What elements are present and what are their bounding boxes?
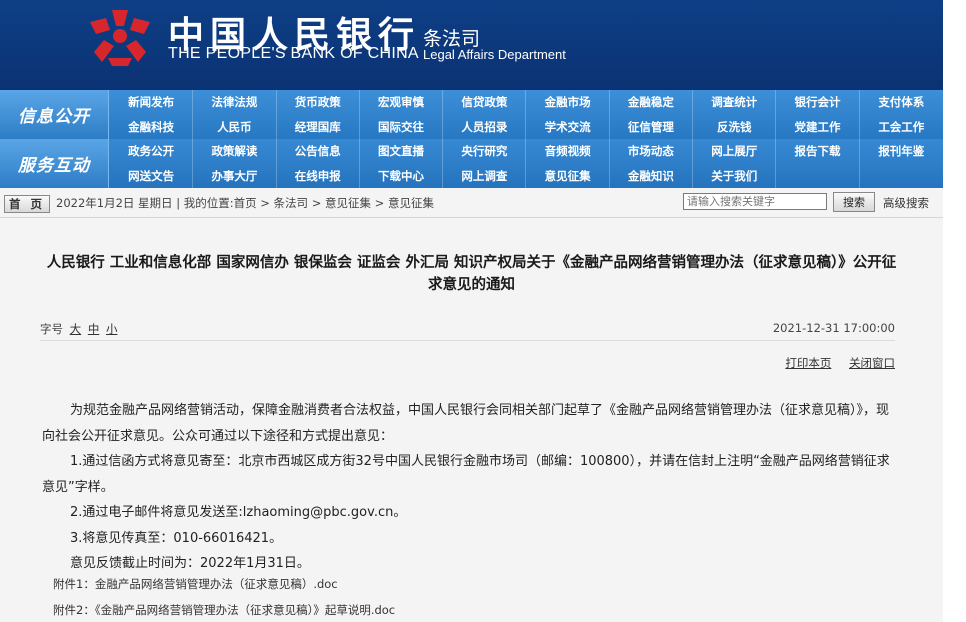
nav-item[interactable]: 金融稳定 [610,90,694,114]
article-meta: 字号 大 中 小 2021-12-31 17:00:00 [40,318,895,341]
nav-item[interactable]: 新闻发布 [110,90,194,114]
breadcrumb: 2022年1月2日 星期日 | 我的位置:首页 > 条法司 > 意见征集 > 意… [56,196,434,210]
nav-row-service: 服务互动 政务公开 政策解读 公告信息 图文直播 央行研究 音频视频 市场动态 网上展厅 报告下… [0,139,943,188]
nav-item[interactable]: 支付体系 [860,90,943,114]
nav-item[interactable]: 经理国库 [277,114,360,139]
article-title-line: 人民银行 工业和信息化部 国家网信办 银保监会 证监会 外汇局 知识产权局关于《… [46,255,897,271]
font-size-label: 字号 [40,322,63,336]
font-size-switcher: 字号 大 中 小 [40,321,117,337]
nav-item[interactable]: 办事大厅 [193,163,277,188]
nav-item[interactable]: 网上展厅 [693,139,777,163]
nav-item[interactable]: 网送文告 [110,163,194,188]
nav-item[interactable]: 国际交往 [360,114,444,139]
nav-item[interactable]: 征信管理 [610,114,694,139]
nav-item[interactable]: 人民币 [193,114,277,139]
nav-item[interactable]: 党建工作 [776,114,860,139]
nav-item[interactable]: 反洗钱 [693,114,777,139]
print-page-link[interactable]: 打印本页 [785,356,831,370]
right-gutter [943,0,966,622]
nav-grid-service: 政务公开 政策解读 公告信息 图文直播 央行研究 音频视频 市场动态 网上展厅 报告下载 报刊年鉴… [110,139,943,188]
nav-item[interactable]: 学术交流 [526,114,610,139]
nav-item[interactable]: 意见征集 [526,163,610,188]
nav-item[interactable]: 政务公开 [110,139,194,163]
nav-row-info: 信息公开 新闻发布 法律法规 货币政策 宏观审慎 信贷政策 金融市场 金融稳定 调查统计 银行会… [0,90,943,140]
nav-item[interactable]: 法律法规 [193,90,277,114]
nav-item[interactable]: 工会工作 [860,114,943,139]
nav-section-label: 信息公开 [0,90,109,139]
pboc-logo-icon [90,10,150,66]
paragraph: 3.将意见传真至：010-66016421。 [70,530,283,546]
publish-date: 2021-12-31 17:00:00 [772,321,895,335]
nav-item[interactable]: 信贷政策 [443,90,527,114]
close-window-link[interactable]: 关闭窗口 [849,356,895,370]
department-name-en: Legal Affairs Department [423,47,566,62]
font-size-small-link[interactable]: 小 [106,322,118,336]
nav-item[interactable]: 报告下载 [776,139,860,163]
paragraph: 意见反馈截止时间为：2022年1月31日。 [70,556,310,571]
search-button[interactable]: 搜索 [833,192,875,212]
nav-item[interactable]: 在线申报 [277,163,360,188]
nav-item[interactable]: 关于我们 [693,163,777,188]
nav-item[interactable]: 金融科技 [110,114,194,139]
nav-grid-info: 新闻发布 法律法规 货币政策 宏观审慎 信贷政策 金融市场 金融稳定 调查统计 银行会计 支付体系… [110,90,943,139]
nav-item-empty [860,163,943,188]
nav-item[interactable]: 央行研究 [443,139,527,163]
font-size-large-link[interactable]: 大 [70,322,82,336]
nav-item[interactable]: 音频视频 [526,139,610,163]
page: 中国人民银行 THE PEOPLE'S BANK OF CHINA 条法司 Le… [0,0,943,622]
search-input[interactable] [683,193,827,210]
site-header: 中国人民银行 THE PEOPLE'S BANK OF CHINA 条法司 Le… [0,0,943,90]
nav-item[interactable]: 公告信息 [277,139,360,163]
nav-item-empty [776,163,860,188]
paragraph: 1.通过信函方式将意见寄至：北京市西城区成方街32号中国人民银行金融市场司（邮编… [42,454,890,495]
nav-item[interactable]: 调查统计 [693,90,777,114]
nav-item[interactable]: 货币政策 [277,90,360,114]
nav-item[interactable]: 宏观审慎 [360,90,444,114]
nav-item[interactable]: 银行会计 [776,90,860,114]
nav-item[interactable]: 网上调查 [443,163,527,188]
font-size-medium-link[interactable]: 中 [88,322,100,336]
nav-item[interactable]: 人员招录 [443,114,527,139]
nav-item[interactable]: 政策解读 [193,139,277,163]
article-title: 人民银行 工业和信息化部 国家网信办 银保监会 证监会 外汇局 知识产权局关于《… [0,252,943,296]
attachment-link[interactable]: 附件1：金融产品网络营销管理办法（征求意见稿）.doc [53,576,338,592]
paragraph: 为规范金融产品网络营销活动，保障金融消费者合法权益，中国人民银行会同相关部门起草… [42,403,890,444]
nav-item[interactable]: 市场动态 [610,139,694,163]
nav-item[interactable]: 金融知识 [610,163,694,188]
main-nav: 信息公开 新闻发布 法律法规 货币政策 宏观审慎 信贷政策 金融市场 金融稳定 调查统计 银行会… [0,90,943,188]
nav-item[interactable]: 图文直播 [360,139,444,163]
article-actions: 打印本页 关闭窗口 [771,355,895,371]
attachment-link[interactable]: 附件2：《金融产品网络营销管理办法（征求意见稿）》起草说明.doc [53,602,395,618]
paragraph: 2.通过电子邮件将意见发送至:lzhaoming@pbc.gov.cn。 [70,505,407,520]
bank-name-en: THE PEOPLE'S BANK OF CHINA [168,45,419,62]
home-button[interactable]: 首 页 [4,195,50,213]
nav-item[interactable]: 金融市场 [526,90,610,114]
article-title-line: 求意见的通知 [428,277,515,293]
nav-section-label: 服务互动 [0,139,109,188]
advanced-search-link[interactable]: 高级搜索 [883,195,929,211]
nav-item[interactable]: 报刊年鉴 [860,139,943,163]
article-body: 为规范金融产品网络营销活动，保障金融消费者合法权益，中国人民银行会同相关部门起草… [42,398,897,577]
nav-item[interactable]: 下载中心 [360,163,444,188]
